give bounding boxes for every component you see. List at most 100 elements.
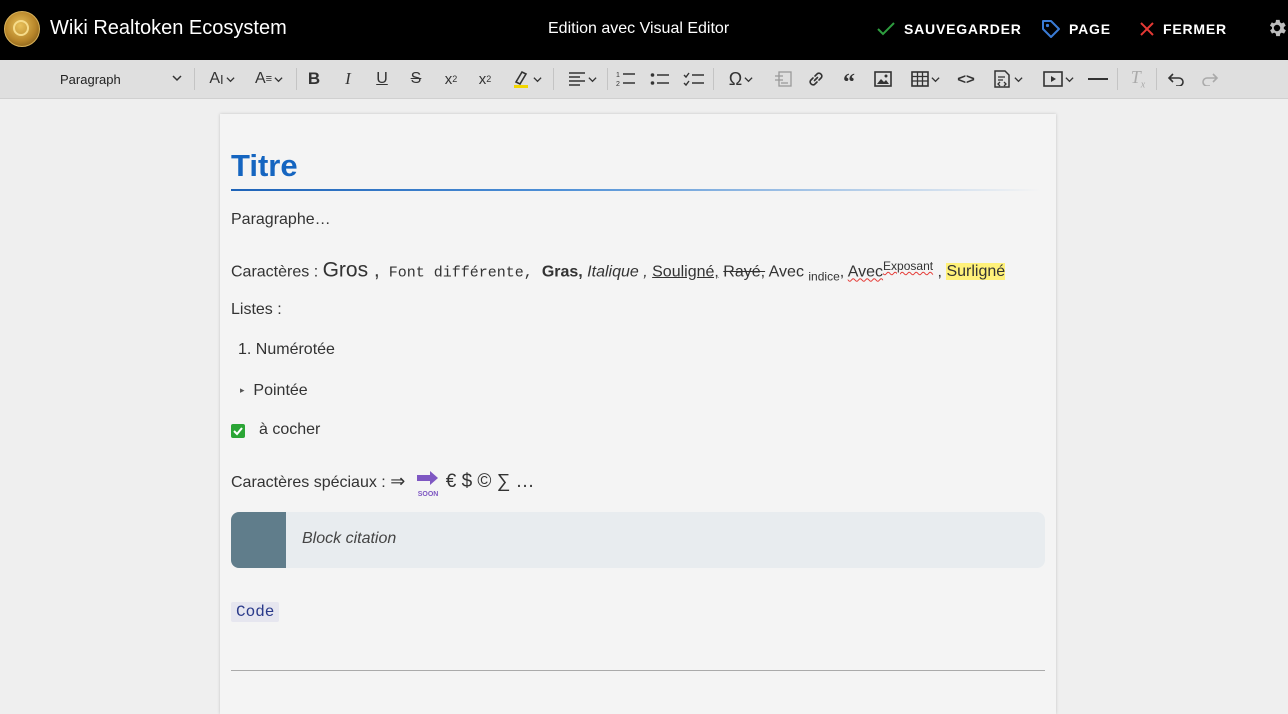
bullet-list-item[interactable]: ▸ Pointée [240, 380, 308, 401]
horizontal-rule [231, 670, 1045, 671]
font-size-button[interactable]: AI [203, 66, 241, 92]
table-icon [910, 71, 929, 87]
tag-icon [1042, 20, 1060, 38]
ordered-list-button[interactable]: 12 [614, 66, 638, 92]
special-chars-label: Caractères spéciaux : [231, 474, 391, 491]
superscript-text: Exposant [883, 259, 934, 273]
svg-text:1: 1 [616, 72, 620, 79]
link-icon [809, 72, 823, 86]
blockquote-text: Block citation [302, 530, 397, 547]
save-button[interactable]: SAUVEGARDER [876, 18, 1022, 40]
task-list-button[interactable] [682, 66, 706, 92]
mono-text: Font différente, [379, 264, 542, 282]
chevron-down-icon [226, 76, 235, 82]
bullet-item-text: Pointée [253, 382, 308, 399]
special-char-button[interactable]: Ω [721, 66, 761, 92]
top-bar: Wiki Realtoken Ecosystem Edition avec Vi… [0, 0, 1288, 60]
strikethrough-button[interactable]: S [405, 66, 427, 92]
bold-button[interactable]: B [303, 66, 325, 92]
chevron-down-icon [1013, 76, 1023, 82]
numbered-list-item[interactable]: 1. Numérotée [238, 340, 335, 360]
close-icon [1140, 22, 1154, 36]
horizontal-rule-icon [1088, 78, 1108, 80]
italic-button[interactable]: I [337, 66, 359, 92]
save-label: SAUVEGARDER [904, 21, 1022, 37]
avec-text-2: Avec [847, 263, 884, 281]
special-chars-rest: € $ © ∑ … [445, 471, 535, 492]
chevron-down-icon [274, 76, 283, 82]
undo-button[interactable] [1164, 66, 1188, 92]
redo-button[interactable] [1198, 66, 1222, 92]
page-label: PAGE [1069, 21, 1111, 37]
svg-text:2: 2 [616, 81, 620, 88]
align-button[interactable] [562, 66, 602, 92]
bullet-marker: ▸ [240, 385, 245, 395]
media-button[interactable] [1038, 66, 1078, 92]
strike-text: Rayé, [723, 263, 766, 281]
paragraph-style-select[interactable]: Paragraph [48, 68, 184, 90]
highlight-button[interactable] [506, 66, 546, 92]
big-text: Gros , [322, 258, 380, 282]
app-title[interactable]: Wiki Realtoken Ecosystem [50, 16, 287, 40]
comma-text-2: , [933, 263, 947, 281]
close-label: FERMER [1163, 21, 1227, 37]
horizontal-rule-button[interactable] [1086, 66, 1110, 92]
media-icon [1042, 71, 1063, 87]
clear-format-icon: Tx [1130, 67, 1146, 91]
image-button[interactable] [871, 66, 895, 92]
realtoken-logo-icon[interactable] [4, 11, 40, 47]
checklist-icon [683, 72, 704, 87]
bullet-list-button[interactable] [648, 66, 672, 92]
check-icon [233, 427, 243, 436]
template-icon [775, 71, 792, 87]
gear-icon[interactable] [1266, 16, 1288, 40]
subscript-text: indice [808, 269, 840, 284]
special-chars-line[interactable]: Caractères spéciaux : ⇒ SOON € $ © ∑ … [231, 471, 535, 498]
template-button[interactable] [771, 66, 795, 92]
chevron-down-icon [1064, 76, 1074, 82]
blockquote[interactable]: Block citation [231, 512, 1045, 568]
underline-button[interactable]: U [371, 66, 393, 92]
chevron-down-icon [930, 76, 940, 82]
editor-mode-title: Edition avec Visual Editor [548, 20, 730, 37]
inline-code[interactable]: Code [231, 602, 280, 622]
chevron-down-icon [532, 76, 542, 82]
chevron-down-icon [587, 76, 597, 82]
paragraph-text[interactable]: Paragraphe… [231, 210, 331, 230]
soon-arrow-icon: SOON [416, 471, 440, 498]
chevron-down-icon [744, 76, 753, 82]
redo-icon [1202, 73, 1219, 86]
check-icon [877, 22, 895, 36]
italic-text: Italique , [582, 263, 648, 281]
bullet-list-icon [650, 73, 669, 85]
bold-text: Gras, [541, 263, 583, 281]
link-button[interactable] [804, 66, 828, 92]
clear-format-button[interactable]: Tx [1126, 66, 1150, 92]
underline-text: Souligné, [652, 263, 719, 281]
close-button[interactable]: FERMER [1139, 18, 1227, 40]
task-item[interactable]: à cocher [259, 420, 320, 440]
blockquote-button[interactable]: “ [837, 66, 861, 95]
numbered-list-icon: 12 [616, 72, 635, 88]
superscript-button[interactable]: x2 [473, 66, 497, 92]
table-button[interactable] [905, 66, 945, 92]
text-style-button[interactable]: A ≡ [250, 66, 288, 92]
paragraph-style-value: Paragraph [60, 71, 121, 87]
task-checkbox[interactable] [231, 424, 245, 438]
chevron-down-icon [172, 75, 182, 82]
double-arrow-char: ⇒ [390, 471, 406, 491]
align-left-icon [568, 72, 585, 86]
blockquote-bar [231, 512, 286, 568]
soon-label: SOON [417, 491, 439, 498]
highlighter-icon [513, 70, 528, 88]
lists-label[interactable]: Listes : [231, 300, 282, 320]
source-button[interactable] [986, 66, 1028, 92]
image-icon [874, 71, 892, 87]
subscript-button[interactable]: x2 [439, 66, 463, 92]
code-button[interactable]: <> [954, 66, 978, 92]
page-button[interactable]: PAGE [1041, 18, 1111, 40]
editor-content[interactable]: Titre Paragraphe… Caractères : Gros , Fo… [220, 114, 1056, 714]
characters-line[interactable]: Caractères : Gros , Font différente, Gra… [231, 256, 1006, 287]
source-icon [993, 70, 1010, 88]
heading-title[interactable]: Titre [231, 148, 298, 184]
